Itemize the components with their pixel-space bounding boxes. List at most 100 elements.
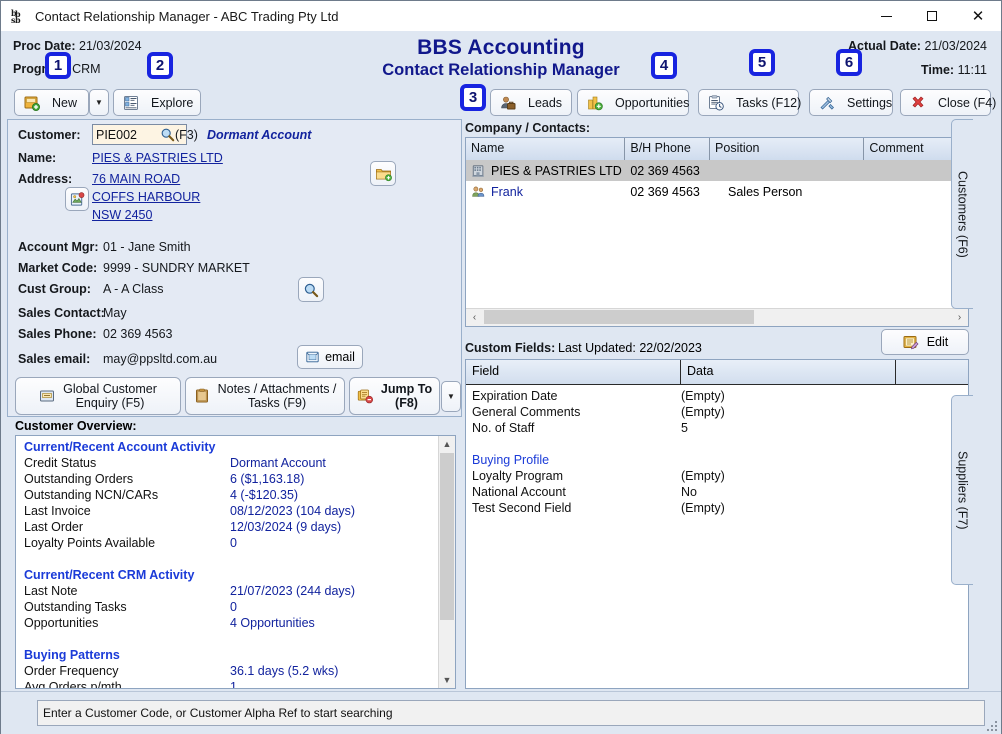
custom-field-row[interactable]: Test Second Field(Empty): [466, 500, 968, 516]
callout-badge-6: 6: [836, 49, 862, 76]
new-dropdown-button[interactable]: ▼: [89, 89, 109, 116]
last-updated-label: Last Updated:: [558, 341, 636, 355]
custom-field-row[interactable]: Loyalty Program(Empty): [466, 468, 968, 484]
edit-button-label: Edit: [927, 335, 949, 349]
tasks-button[interactable]: Tasks (F12): [698, 89, 799, 116]
address-line-2-link[interactable]: COFFS HARBOUR: [92, 190, 200, 204]
overview-row-value: 0: [230, 599, 237, 615]
table-row[interactable]: PIES & PASTRIES LTD02 369 4563: [466, 160, 968, 181]
contacts-horizontal-scrollbar[interactable]: ‹ ›: [466, 308, 968, 326]
overview-row: Outstanding NCN/CARs4 (-$120.35): [24, 487, 440, 503]
overview-row-value: 4 Opportunities: [230, 615, 315, 631]
callout-badge-4: 4: [651, 52, 677, 79]
opportunities-button[interactable]: Opportunities: [577, 89, 689, 116]
overview-row: Last Invoice08/12/2023 (104 days): [24, 503, 440, 519]
contacts-column-header[interactable]: Name: [466, 138, 625, 160]
sales-phone-label: Sales Phone:: [18, 327, 97, 341]
overview-scroll-up-icon[interactable]: ▲: [439, 436, 455, 452]
notes-attachments-tasks-button[interactable]: Notes / Attachments / Tasks (F9): [185, 377, 345, 415]
sales-phone-value: 02 369 4563: [103, 327, 173, 341]
new-dropdown-caret-icon: ▼: [95, 98, 103, 107]
overview-vertical-scrollbar[interactable]: ▲ ▼: [438, 436, 455, 688]
overview-row-value: 08/12/2023 (104 days): [230, 503, 355, 519]
callout-badge-2: 2: [147, 52, 173, 79]
minimize-button[interactable]: [863, 1, 909, 31]
cust-group-lookup-button[interactable]: [298, 277, 324, 302]
custom-field-row[interactable]: No. of Staff5: [466, 420, 968, 436]
title-bar: b b s b Contact Relationship Manager - A…: [1, 1, 1001, 32]
actual-date-value: 21/03/2024: [924, 39, 987, 53]
address-map-button[interactable]: [65, 187, 89, 211]
customer-overview-content: Current/Recent Account ActivityCredit St…: [16, 436, 440, 689]
custom-field-name: Test Second Field: [472, 500, 681, 516]
close-window-button[interactable]: ✕: [955, 1, 1001, 31]
sidebar-tab-suppliers[interactable]: Suppliers (F7): [951, 395, 973, 585]
contacts-column-header[interactable]: B/H Phone: [625, 138, 710, 160]
overview-row: Credit StatusDormant Account: [24, 455, 440, 471]
sales-contact-value: May: [103, 306, 127, 320]
explore-button-label: Explore: [151, 96, 193, 110]
add-document-button[interactable]: [370, 161, 396, 186]
overview-row-value: 21/07/2023 (244 days): [230, 583, 355, 599]
overview-scroll-down-icon[interactable]: ▼: [439, 672, 455, 688]
custom-fields-column-header[interactable]: Field: [466, 360, 681, 384]
address-line-1-link[interactable]: 76 MAIN ROAD: [92, 172, 180, 186]
contacts-column-header[interactable]: Position: [710, 138, 864, 160]
overview-section-gap: [24, 551, 440, 567]
contact-phone-cell: 02 369 4563: [625, 164, 710, 178]
program-row: Program: CRM: [13, 62, 142, 76]
settings-button-label: Settings: [847, 96, 892, 110]
sidebar-tab-customers[interactable]: Customers (F6): [951, 119, 973, 309]
leads-button-label: Leads: [528, 96, 562, 110]
settings-button[interactable]: Settings: [809, 89, 893, 116]
contacts-scroll-left-icon[interactable]: ‹: [466, 309, 483, 325]
close-form-button[interactable]: Close (F4): [900, 89, 991, 116]
edit-custom-fields-button[interactable]: Edit: [881, 329, 969, 355]
cust-group-label: Cust Group:: [18, 282, 91, 296]
explore-button[interactable]: Explore: [113, 89, 201, 116]
global-customer-enquiry-button[interactable]: Global Customer Enquiry (F5): [15, 377, 181, 415]
overview-row-key: Opportunities: [24, 615, 230, 631]
jump-to-button[interactable]: Jump To (F8): [349, 377, 440, 415]
custom-field-row[interactable]: General Comments(Empty): [466, 404, 968, 420]
contacts-scrollbar-thumb[interactable]: [484, 310, 754, 324]
bbs-logo-icon: b b s b: [10, 8, 27, 25]
custom-field-row[interactable]: National AccountNo: [466, 484, 968, 500]
send-email-button[interactable]: email: [297, 345, 363, 369]
customer-name-link[interactable]: PIES & PASTRIES LTD: [92, 151, 223, 165]
sales-email-value: may@ppsltd.com.au: [103, 352, 217, 366]
sales-contact-label: Sales Contact:: [18, 306, 105, 320]
custom-fields-column-header[interactable]: Data: [681, 360, 896, 384]
status-bar-area: Enter a Customer Code, or Customer Alpha…: [1, 691, 1001, 734]
toolbar: New ▼ Explore Leads: [1, 87, 1001, 119]
send-email-button-label: email: [325, 350, 355, 364]
custom-field-name: Expiration Date: [472, 388, 681, 404]
custom-field-value: 5: [681, 420, 688, 436]
custom-field-name: National Account: [472, 484, 681, 500]
edit-pencil-icon: [902, 334, 919, 350]
table-row[interactable]: Frank02 369 4563Sales Person: [466, 181, 968, 202]
overview-row-key: Outstanding Orders: [24, 471, 230, 487]
overview-row: Last Note21/07/2023 (244 days): [24, 583, 440, 599]
contacts-scroll-right-icon[interactable]: ›: [951, 309, 968, 325]
jump-to-label-line2: (F8): [381, 396, 432, 410]
enquiry-drawer-icon: [39, 388, 55, 404]
contact-name-cell[interactable]: Frank: [491, 185, 523, 199]
explore-list-icon: [123, 95, 139, 111]
overview-scrollbar-thumb[interactable]: [440, 453, 454, 620]
custom-field-row[interactable]: Expiration Date(Empty): [466, 388, 968, 404]
resize-grip-icon[interactable]: [986, 720, 998, 732]
contact-name-cell: PIES & PASTRIES LTD: [491, 164, 622, 178]
sidebar-tab-customers-label: Customers (F6): [956, 171, 970, 258]
leads-button[interactable]: Leads: [490, 89, 572, 116]
customer-lookup-icon[interactable]: [160, 127, 175, 142]
header-right-info: Actual Date: 21/03/2024 Time: 11:11: [848, 39, 987, 87]
address-line-3-link[interactable]: NSW 2450: [92, 208, 152, 222]
application-window: b b s b Contact Relationship Manager - A…: [0, 0, 1002, 734]
maximize-button[interactable]: [909, 1, 955, 31]
jump-to-dropdown-button[interactable]: ▼: [441, 381, 461, 412]
new-button[interactable]: New: [14, 89, 89, 116]
contact-phone-cell: 02 369 4563: [625, 185, 710, 199]
market-code-label: Market Code:: [18, 261, 97, 275]
settings-tools-icon: [819, 95, 835, 111]
